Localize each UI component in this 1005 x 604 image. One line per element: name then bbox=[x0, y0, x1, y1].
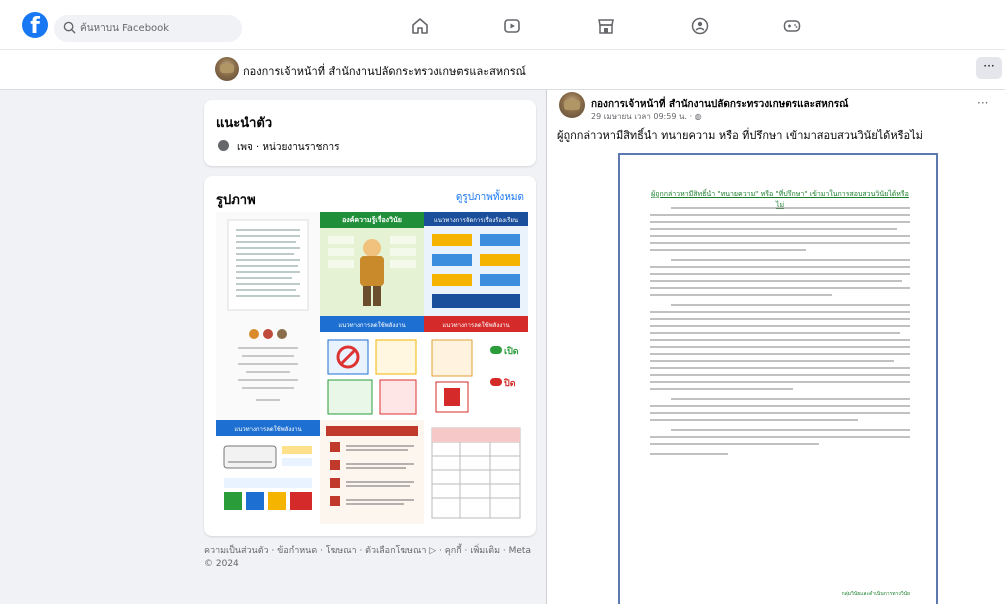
photo-thumbnail[interactable] bbox=[320, 420, 424, 524]
post-author-avatar[interactable] bbox=[559, 92, 585, 118]
page-avatar[interactable] bbox=[215, 57, 239, 81]
document-body-text bbox=[650, 207, 910, 460]
search-input[interactable]: ค้นหาบน Facebook bbox=[54, 15, 242, 42]
ac-setting-icon bbox=[327, 339, 417, 415]
photos-heading: รูปภาพ bbox=[216, 193, 256, 208]
photo-thumbnail[interactable] bbox=[216, 316, 320, 420]
document-signature: กลุ่มวินัยและดำเนินการทางวินัย bbox=[841, 591, 910, 597]
officer-illustration-icon bbox=[328, 236, 416, 306]
photo-thumbnail-discipline[interactable]: องค์ความรู้เรื่องวินัย bbox=[320, 212, 424, 316]
photo-thumbnail-complaints[interactable]: แนวทางการจัดการเรื่องร้องเรียน bbox=[424, 212, 528, 316]
intro-card: แนะนำตัว เพจ · หน่วยงานราชการ bbox=[204, 100, 536, 166]
facebook-logo-icon[interactable]: f bbox=[22, 12, 48, 38]
post-more-options-icon[interactable]: ··· bbox=[977, 96, 988, 110]
search-placeholder: ค้นหาบน Facebook bbox=[80, 23, 170, 34]
post-image-document[interactable]: ผู้ถูกกล่าวหามีสิทธิ์นำ "ทนายความ" หรือ … bbox=[618, 153, 938, 604]
infographic-icon bbox=[326, 426, 418, 506]
page-name[interactable]: กองการเจ้าหน้าที่ สำนักงานปลัดกระทรวงเกษ… bbox=[243, 62, 526, 80]
photo-thumbnail[interactable] bbox=[216, 212, 320, 316]
document-icon bbox=[227, 219, 309, 311]
power-off-label: ปิด bbox=[504, 379, 516, 389]
document-icon bbox=[238, 329, 298, 401]
groups-icon[interactable] bbox=[690, 16, 710, 36]
top-navigation: f ค้นหาบน Facebook bbox=[0, 0, 1005, 50]
intro-heading: แนะนำตัว bbox=[216, 116, 273, 131]
photo-thumbnail-energy[interactable]: แนวทางการลดใช้พลังงาน bbox=[216, 420, 320, 524]
table-document-icon bbox=[431, 427, 521, 519]
post-text: ผู้ถูกกล่าวหามีสิทธิ์นำ ทนายความ หรือ ที… bbox=[557, 129, 923, 142]
gaming-icon[interactable] bbox=[782, 16, 802, 36]
post-timestamp[interactable]: 29 เมษายน เวลา 09:59 น. · ◍ bbox=[591, 110, 702, 123]
photo-thumbnail[interactable] bbox=[424, 420, 528, 524]
page-category: เพจ · หน่วยงานราชการ bbox=[218, 140, 339, 155]
video-icon[interactable] bbox=[502, 16, 522, 36]
page-category-label: เพจ · หน่วยงานราชการ bbox=[237, 142, 340, 153]
marketplace-icon[interactable] bbox=[596, 16, 616, 36]
info-icon bbox=[218, 140, 229, 151]
power-on-label: เปิด bbox=[504, 347, 519, 357]
search-icon bbox=[63, 21, 76, 34]
facebook-window: f ค้นหาบน Facebook กองการเจ้าหน้าที่ สำน… bbox=[0, 0, 1005, 604]
flowchart-icon bbox=[432, 234, 520, 308]
footer-links[interactable]: ความเป็นส่วนตัว · ข้อกำหนด · โฆษณา · ตัว… bbox=[204, 545, 534, 571]
air-conditioner-icon bbox=[223, 445, 312, 510]
photos-card: รูปภาพ ดูรูปภาพทั้งหมด องค์ความรู้เรื่อง… bbox=[204, 176, 536, 536]
power-switch-icon bbox=[431, 339, 502, 413]
home-icon[interactable] bbox=[410, 16, 430, 36]
page-header-bar: กองการเจ้าหน้าที่ สำนักงานปลัดกระทรวงเกษ… bbox=[0, 50, 1005, 90]
photo-thumbnail-energy[interactable]: แนวทางการลดใช้พลังงาน bbox=[320, 316, 424, 420]
photo-thumbnail-energy[interactable]: แนวทางการลดใช้พลังงาน เปิด ปิด bbox=[424, 316, 528, 420]
more-options-button[interactable]: ··· bbox=[976, 57, 1002, 79]
see-all-photos-link[interactable]: ดูรูปภาพทั้งหมด bbox=[456, 190, 524, 205]
post-card: กองการเจ้าหน้าที่ สำนักงานปลัดกระทรวงเกษ… bbox=[546, 90, 1005, 604]
